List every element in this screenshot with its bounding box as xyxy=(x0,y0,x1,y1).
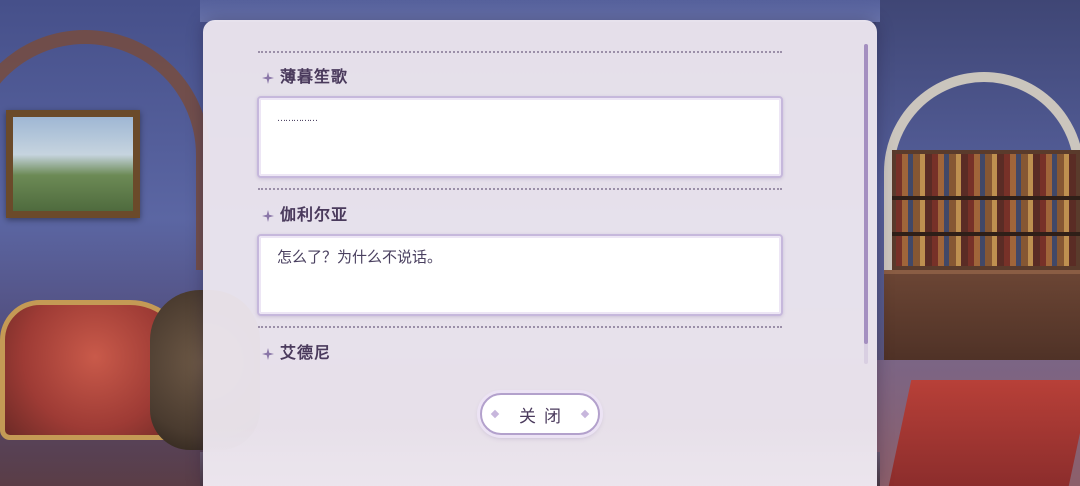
speaker-name: 伽利尔亚 xyxy=(280,205,349,224)
log-scrollbar[interactable] xyxy=(864,44,868,364)
log-entry-speaker: 艾德尼 xyxy=(262,340,331,362)
game-scene: 薄暮笙歌 …………… 伽利尔亚 怎么了？为什么不说话。 艾德尼 关闭 xyxy=(0,0,1080,486)
sparkle-icon xyxy=(262,348,274,360)
close-button-label: 关闭 xyxy=(519,406,569,427)
sparkle-icon xyxy=(262,72,274,84)
background-shelf-board xyxy=(892,196,1080,200)
button-decoration xyxy=(490,409,500,419)
background-painting xyxy=(6,110,140,218)
speaker-name: 薄暮笙歌 xyxy=(280,67,349,86)
entry-divider xyxy=(258,326,782,328)
close-button[interactable]: 关闭 xyxy=(480,393,600,435)
message-box: …………… xyxy=(257,96,783,178)
button-decoration xyxy=(580,409,590,419)
log-scrollbar-thumb[interactable] xyxy=(864,44,868,344)
message-text: …………… xyxy=(277,114,318,124)
message-box: 怎么了？为什么不说话。 xyxy=(257,234,783,316)
log-entry-speaker: 薄暮笙歌 xyxy=(262,64,348,86)
speaker-name: 艾德尼 xyxy=(280,343,332,362)
background-rug xyxy=(888,380,1080,486)
background-shelf-board xyxy=(892,232,1080,236)
sparkle-icon xyxy=(262,210,274,222)
message-text: 怎么了？为什么不说话。 xyxy=(277,248,443,266)
background-top xyxy=(200,0,880,22)
entry-divider xyxy=(258,51,782,53)
background-books xyxy=(896,154,1076,266)
entry-divider xyxy=(258,188,782,190)
background-cabinet xyxy=(884,270,1080,364)
panel-bottom-fade xyxy=(203,426,877,486)
log-entry-speaker: 伽利尔亚 xyxy=(262,202,348,224)
